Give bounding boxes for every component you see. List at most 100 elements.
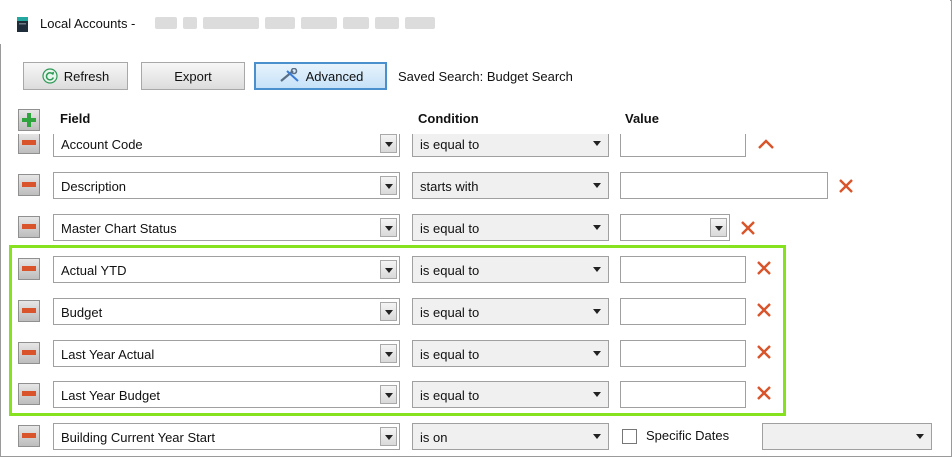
chevron-down-icon	[380, 385, 397, 404]
chevron-down-icon	[380, 260, 397, 279]
remove-criteria-button[interactable]	[18, 300, 40, 322]
field-select[interactable]: Building Current Year Start	[53, 423, 400, 450]
value-input[interactable]	[620, 256, 746, 283]
field-value: Budget	[61, 305, 103, 320]
specific-dates-checkbox[interactable]	[622, 429, 637, 444]
value-input[interactable]	[620, 134, 746, 157]
condition-value: is equal to	[420, 221, 480, 236]
chevron-down-icon	[589, 385, 606, 404]
redacted-title-detail	[155, 17, 435, 31]
minus-icon	[22, 224, 36, 229]
field-select[interactable]: Actual YTD	[53, 256, 400, 283]
chevron-down-icon	[710, 218, 727, 237]
value-input[interactable]	[620, 172, 828, 199]
criteria-row: Actual YTD is equal to	[0, 253, 950, 287]
condition-value: is equal to	[420, 347, 480, 362]
chevron-down-icon	[912, 427, 929, 446]
field-value: Building Current Year Start	[61, 430, 215, 445]
criteria-row: Last Year Budget is equal to	[0, 378, 950, 412]
field-value: Account Code	[61, 137, 143, 152]
chevron-down-icon	[589, 134, 606, 153]
condition-select[interactable]: is equal to	[412, 134, 609, 157]
field-select[interactable]: Last Year Budget	[53, 381, 400, 408]
close-icon[interactable]	[755, 384, 773, 402]
condition-select[interactable]: is equal to	[412, 256, 609, 283]
title-bar: Local Accounts -	[0, 0, 950, 44]
remove-criteria-button[interactable]	[18, 425, 40, 447]
close-icon[interactable]	[837, 177, 855, 195]
condition-select[interactable]: is on	[412, 423, 609, 450]
minus-icon	[22, 140, 36, 145]
condition-select[interactable]: is equal to	[412, 214, 609, 241]
chevron-down-icon	[380, 218, 397, 237]
export-button[interactable]: Export	[141, 62, 245, 90]
field-select[interactable]: Last Year Actual	[53, 340, 400, 367]
chevron-down-icon	[380, 302, 397, 321]
field-column-header: Field	[60, 111, 91, 126]
add-criteria-button[interactable]	[18, 109, 40, 131]
minus-icon	[22, 433, 36, 438]
close-icon[interactable]	[755, 301, 773, 319]
value-column-header: Value	[625, 111, 659, 126]
remove-criteria-button[interactable]	[18, 216, 40, 238]
condition-select[interactable]: starts with	[412, 172, 609, 199]
delete-icon[interactable]	[756, 135, 776, 151]
chevron-down-icon	[380, 427, 397, 446]
field-select[interactable]: Description	[53, 172, 400, 199]
refresh-label: Refresh	[63, 68, 110, 84]
value-input[interactable]	[620, 298, 746, 325]
field-value: Last Year Actual	[61, 347, 155, 362]
remove-criteria-button[interactable]	[18, 383, 40, 405]
criteria-row: Master Chart Status is equal to	[0, 211, 950, 245]
condition-value: is on	[420, 430, 448, 445]
specific-dates-label: Specific Dates	[646, 428, 730, 443]
close-icon[interactable]	[739, 219, 757, 237]
refresh-button[interactable]: Refresh	[23, 62, 128, 90]
refresh-icon	[42, 68, 58, 84]
condition-select[interactable]: is equal to	[412, 381, 609, 408]
field-select[interactable]: Account Code	[53, 134, 400, 157]
close-icon[interactable]	[755, 343, 773, 361]
value-input[interactable]	[620, 381, 746, 408]
chevron-down-icon	[589, 176, 606, 195]
minus-icon	[22, 391, 36, 396]
export-label: Export	[174, 68, 212, 84]
condition-value: is equal to	[420, 263, 480, 278]
field-value: Master Chart Status	[61, 221, 177, 236]
app-icon	[17, 17, 28, 32]
chevron-down-icon	[380, 134, 397, 153]
remove-criteria-button[interactable]	[18, 174, 40, 196]
criteria-row: Budget is equal to	[0, 295, 950, 329]
remove-criteria-button[interactable]	[18, 258, 40, 280]
value-select[interactable]	[620, 214, 730, 241]
criteria-row: Last Year Actual is equal to	[0, 337, 950, 371]
chevron-down-icon	[589, 260, 606, 279]
criteria-row: Account Code is equal to	[0, 134, 950, 161]
remove-criteria-button[interactable]	[18, 134, 40, 154]
condition-select[interactable]: is equal to	[412, 340, 609, 367]
minus-icon	[22, 266, 36, 271]
saved-search-label: Saved Search: Budget Search	[398, 69, 573, 84]
field-value: Actual YTD	[61, 263, 127, 278]
toolbar: Refresh Export Advanced Saved Search: Bu…	[0, 58, 950, 92]
wrench-icon	[279, 68, 299, 82]
condition-value: is equal to	[420, 388, 480, 403]
chevron-down-icon	[589, 344, 606, 363]
chevron-down-icon	[380, 344, 397, 363]
field-value: Description	[61, 179, 127, 194]
condition-select[interactable]: is equal to	[412, 298, 609, 325]
field-select[interactable]: Master Chart Status	[53, 214, 400, 241]
chevron-down-icon	[589, 218, 606, 237]
condition-value: starts with	[420, 179, 479, 194]
date-range-select[interactable]	[762, 423, 932, 450]
field-select[interactable]: Budget	[53, 298, 400, 325]
condition-column-header: Condition	[418, 111, 479, 126]
close-icon[interactable]	[755, 259, 773, 277]
advanced-button[interactable]: Advanced	[254, 62, 387, 90]
minus-icon	[22, 350, 36, 355]
chevron-down-icon	[380, 176, 397, 195]
value-input[interactable]	[620, 340, 746, 367]
condition-value: is equal to	[420, 137, 480, 152]
remove-criteria-button[interactable]	[18, 342, 40, 364]
window-title: Local Accounts -	[40, 16, 136, 31]
